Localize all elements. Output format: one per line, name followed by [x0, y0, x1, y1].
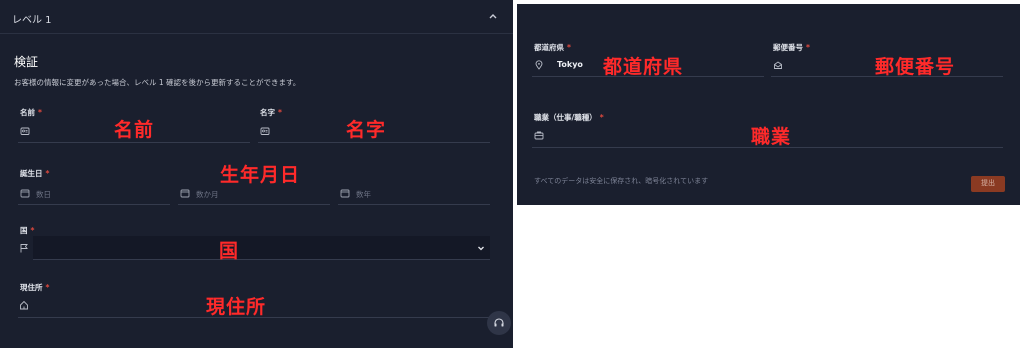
birthdate-label: 誕生日 *	[20, 168, 49, 179]
security-note: すべてのデータは安全に保存され、暗号化されています	[534, 177, 709, 185]
address-annotation: 現住所	[206, 296, 267, 318]
country-label: 国 *	[20, 225, 34, 236]
section-title: 検証	[14, 55, 39, 69]
id-card-icon	[20, 127, 30, 135]
last-name-annotation: 名字	[346, 119, 387, 141]
postal-code-label: 郵便番号 *	[773, 42, 810, 53]
location-pin-icon	[535, 60, 543, 70]
postal-code-annotation: 郵便番号	[875, 56, 956, 78]
first-name-label-text: 名前	[20, 108, 35, 117]
chevron-up-icon[interactable]	[487, 10, 499, 22]
id-card-icon	[260, 127, 270, 135]
calendar-icon	[20, 189, 30, 198]
calendar-icon	[340, 189, 350, 198]
headset-icon	[494, 318, 504, 327]
prefecture-value: Tokyo	[557, 60, 583, 69]
required-mark: *	[45, 283, 50, 292]
submit-button[interactable]: 提出	[971, 176, 1005, 192]
birth-month-placeholder: 数か月	[196, 190, 219, 199]
required-mark: *	[30, 226, 35, 235]
verification-form-left: レベル 1 検証 お客様の情報に変更があった場合、レベル 1 確認を後から更新す…	[0, 0, 513, 348]
support-chat-button[interactable]	[487, 311, 511, 335]
section-description: お客様の情報に変更があった場合、レベル 1 確認を後から更新することができます。	[14, 78, 301, 87]
last-name-label: 名字 *	[260, 107, 282, 118]
country-select[interactable]	[33, 236, 490, 260]
first-name-annotation: 名前	[114, 119, 155, 141]
birth-day-input[interactable]	[18, 204, 170, 205]
country-label-text: 国	[20, 226, 28, 235]
last-name-input[interactable]	[258, 142, 490, 143]
mailbox-icon	[774, 61, 782, 69]
birth-year-input[interactable]	[338, 204, 490, 205]
first-name-label: 名前 *	[20, 107, 42, 118]
birthdate-annotation: 生年月日	[220, 164, 301, 186]
briefcase-icon	[534, 131, 544, 140]
required-mark: *	[806, 43, 810, 52]
postal-code-label-text: 郵便番号	[773, 43, 803, 52]
birth-year-placeholder: 数年	[356, 190, 371, 199]
flag-icon	[20, 244, 28, 253]
country-annotation: 国	[219, 240, 240, 262]
level-title: レベル 1	[12, 15, 52, 26]
address-label: 現住所 *	[20, 282, 49, 293]
chevron-down-icon[interactable]	[476, 243, 486, 253]
occupation-label: 職業（仕事/職種） *	[534, 112, 604, 123]
prefecture-label: 都道府県 *	[534, 42, 571, 53]
occupation-annotation: 職業	[751, 126, 792, 148]
required-mark: *	[45, 169, 50, 178]
first-name-input[interactable]	[18, 142, 250, 143]
birthdate-label-text: 誕生日	[20, 169, 43, 178]
birth-month-input[interactable]	[178, 204, 330, 205]
required-mark: *	[567, 43, 571, 52]
last-name-label-text: 名字	[260, 108, 275, 117]
home-icon	[20, 300, 28, 310]
occupation-label-text: 職業（仕事/職種）	[534, 113, 597, 122]
calendar-icon	[180, 189, 190, 198]
birth-day-placeholder: 数日	[36, 190, 51, 199]
prefecture-annotation: 都道府県	[603, 56, 684, 78]
prefecture-label-text: 都道府県	[534, 43, 564, 52]
verification-form-right: 都道府県 * Tokyo 都道府県 郵便番号 * 郵便番号 職業（仕事/職種） * 職…	[517, 4, 1020, 205]
address-label-text: 現住所	[20, 283, 43, 292]
required-mark: *	[278, 108, 282, 117]
level-accordion-header[interactable]: レベル 1	[0, 0, 513, 34]
required-mark: *	[38, 108, 42, 117]
required-mark: *	[599, 113, 604, 122]
